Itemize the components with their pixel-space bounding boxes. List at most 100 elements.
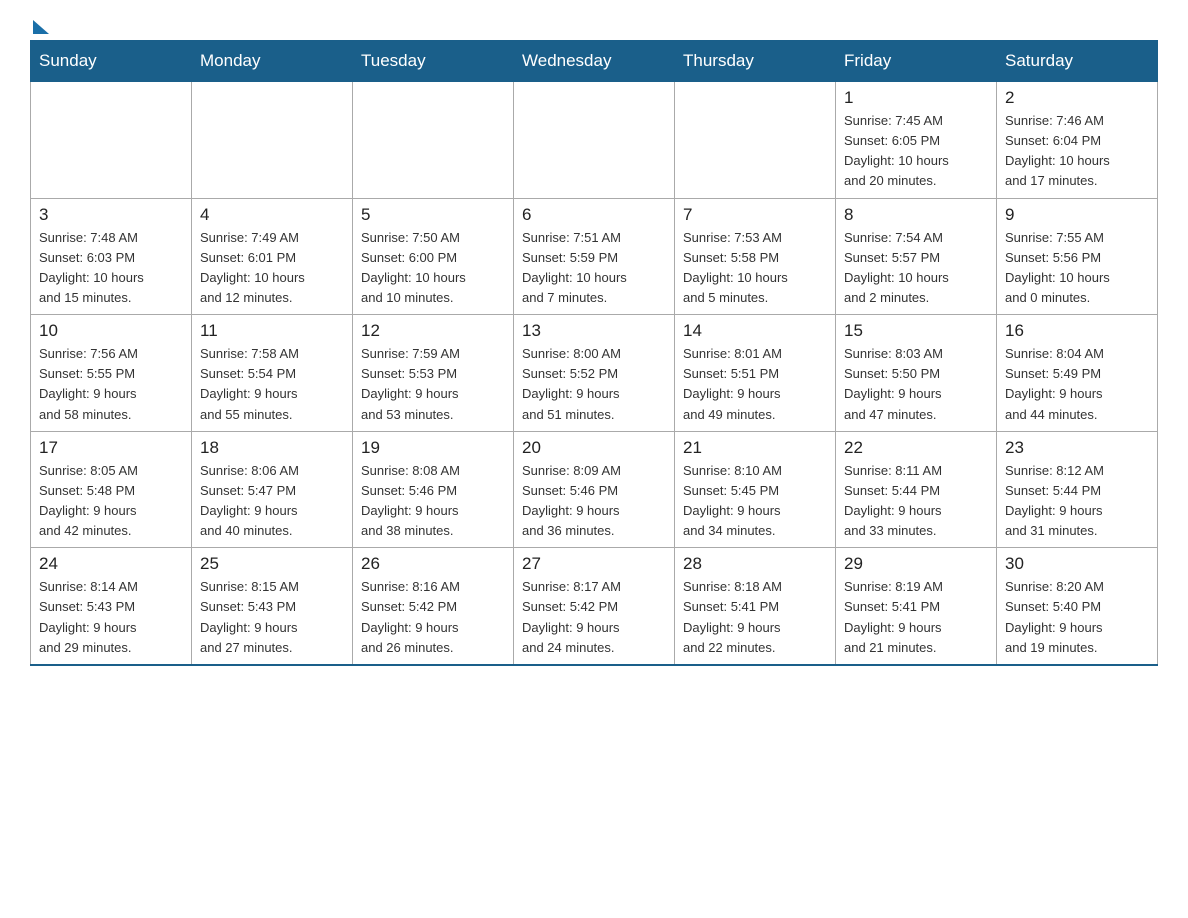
calendar-day-cell: 14Sunrise: 8:01 AM Sunset: 5:51 PM Dayli… — [675, 315, 836, 432]
day-number: 24 — [39, 554, 183, 574]
calendar-week-row: 3Sunrise: 7:48 AM Sunset: 6:03 PM Daylig… — [31, 198, 1158, 315]
day-number: 17 — [39, 438, 183, 458]
day-number: 19 — [361, 438, 505, 458]
day-number: 13 — [522, 321, 666, 341]
column-header-wednesday: Wednesday — [514, 41, 675, 82]
day-info: Sunrise: 7:54 AM Sunset: 5:57 PM Dayligh… — [844, 228, 988, 309]
day-info: Sunrise: 7:46 AM Sunset: 6:04 PM Dayligh… — [1005, 111, 1149, 192]
calendar-day-cell: 25 Sunrise: 8:15 AM Sunset: 5:43 PM Dayli… — [192, 548, 353, 665]
day-info: Sunrise: 8:17 AM Sunset: 5:42 PM Dayligh… — [522, 577, 666, 658]
day-info: Sunrise: 8:05 AM Sunset: 5:48 PM Dayligh… — [39, 461, 183, 542]
calendar-day-cell: 13 Sunrise: 8:00 AM Sunset: 5:52 PM Dayli… — [514, 315, 675, 432]
calendar-day-cell: 30Sunrise: 8:20 AM Sunset: 5:40 PM Dayli… — [997, 548, 1158, 665]
day-number: 27 — [522, 554, 666, 574]
day-number: 28 — [683, 554, 827, 574]
day-number: 22 — [844, 438, 988, 458]
page-header — [30, 20, 1158, 30]
day-number: 14 — [683, 321, 827, 341]
day-info: Sunrise: 8:04 AM Sunset: 5:49 PM Dayligh… — [1005, 344, 1149, 425]
calendar-day-cell: 10 Sunrise: 7:56 AM Sunset: 5:55 PM Dayli… — [31, 315, 192, 432]
day-info: Sunrise: 8:16 AM Sunset: 5:42 PM Dayligh… — [361, 577, 505, 658]
day-number: 6 — [522, 205, 666, 225]
calendar-day-cell: 6 Sunrise: 7:51 AM Sunset: 5:59 PM Daylig… — [514, 198, 675, 315]
day-info: Sunrise: 7:53 AM Sunset: 5:58 PM Dayligh… — [683, 228, 827, 309]
day-number: 21 — [683, 438, 827, 458]
calendar-day-cell: 9 Sunrise: 7:55 AM Sunset: 5:56 PM Daylig… — [997, 198, 1158, 315]
day-info: Sunrise: 7:55 AM Sunset: 5:56 PM Dayligh… — [1005, 228, 1149, 309]
day-info: Sunrise: 8:15 AM Sunset: 5:43 PM Dayligh… — [200, 577, 344, 658]
day-info: Sunrise: 7:50 AM Sunset: 6:00 PM Dayligh… — [361, 228, 505, 309]
calendar-day-cell: 11 Sunrise: 7:58 AM Sunset: 5:54 PM Dayli… — [192, 315, 353, 432]
column-header-thursday: Thursday — [675, 41, 836, 82]
day-number: 16 — [1005, 321, 1149, 341]
day-number: 15 — [844, 321, 988, 341]
column-header-monday: Monday — [192, 41, 353, 82]
day-number: 5 — [361, 205, 505, 225]
calendar-day-cell: 12 Sunrise: 7:59 AM Sunset: 5:53 PM Dayli… — [353, 315, 514, 432]
calendar-day-cell: 28 Sunrise: 8:18 AM Sunset: 5:41 PM Dayli… — [675, 548, 836, 665]
day-number: 25 — [200, 554, 344, 574]
day-number: 29 — [844, 554, 988, 574]
calendar-table: SundayMondayTuesdayWednesdayThursdayFrid… — [30, 40, 1158, 666]
column-header-friday: Friday — [836, 41, 997, 82]
day-info: Sunrise: 8:11 AM Sunset: 5:44 PM Dayligh… — [844, 461, 988, 542]
day-info: Sunrise: 8:18 AM Sunset: 5:41 PM Dayligh… — [683, 577, 827, 658]
day-info: Sunrise: 8:06 AM Sunset: 5:47 PM Dayligh… — [200, 461, 344, 542]
calendar-day-cell: 17 Sunrise: 8:05 AM Sunset: 5:48 PM Dayli… — [31, 431, 192, 548]
column-header-tuesday: Tuesday — [353, 41, 514, 82]
day-number: 23 — [1005, 438, 1149, 458]
calendar-day-cell: 21 Sunrise: 8:10 AM Sunset: 5:45 PM Dayli… — [675, 431, 836, 548]
day-info: Sunrise: 7:51 AM Sunset: 5:59 PM Dayligh… — [522, 228, 666, 309]
calendar-day-cell — [675, 82, 836, 199]
day-info: Sunrise: 8:10 AM Sunset: 5:45 PM Dayligh… — [683, 461, 827, 542]
calendar-day-cell: 2 Sunrise: 7:46 AM Sunset: 6:04 PM Daylig… — [997, 82, 1158, 199]
calendar-day-cell: 29 Sunrise: 8:19 AM Sunset: 5:41 PM Dayli… — [836, 548, 997, 665]
day-info: Sunrise: 7:59 AM Sunset: 5:53 PM Dayligh… — [361, 344, 505, 425]
calendar-day-cell: 26 Sunrise: 8:16 AM Sunset: 5:42 PM Dayli… — [353, 548, 514, 665]
calendar-day-cell — [514, 82, 675, 199]
calendar-day-cell: 22 Sunrise: 8:11 AM Sunset: 5:44 PM Dayli… — [836, 431, 997, 548]
day-number: 12 — [361, 321, 505, 341]
day-number: 7 — [683, 205, 827, 225]
calendar-day-cell: 5 Sunrise: 7:50 AM Sunset: 6:00 PM Daylig… — [353, 198, 514, 315]
day-info: Sunrise: 7:45 AM Sunset: 6:05 PM Dayligh… — [844, 111, 988, 192]
day-number: 2 — [1005, 88, 1149, 108]
calendar-day-cell: 4 Sunrise: 7:49 AM Sunset: 6:01 PM Daylig… — [192, 198, 353, 315]
day-number: 1 — [844, 88, 988, 108]
day-info: Sunrise: 8:09 AM Sunset: 5:46 PM Dayligh… — [522, 461, 666, 542]
day-number: 20 — [522, 438, 666, 458]
calendar-day-cell — [31, 82, 192, 199]
calendar-day-cell: 16 Sunrise: 8:04 AM Sunset: 5:49 PM Dayli… — [997, 315, 1158, 432]
day-info: Sunrise: 8:20 AM Sunset: 5:40 PM Dayligh… — [1005, 577, 1149, 658]
calendar-day-cell: 27 Sunrise: 8:17 AM Sunset: 5:42 PM Dayli… — [514, 548, 675, 665]
calendar-week-row: 10 Sunrise: 7:56 AM Sunset: 5:55 PM Dayli… — [31, 315, 1158, 432]
column-header-saturday: Saturday — [997, 41, 1158, 82]
calendar-day-cell: 24 Sunrise: 8:14 AM Sunset: 5:43 PM Dayli… — [31, 548, 192, 665]
calendar-week-row: 17 Sunrise: 8:05 AM Sunset: 5:48 PM Dayli… — [31, 431, 1158, 548]
day-info: Sunrise: 7:48 AM Sunset: 6:03 PM Dayligh… — [39, 228, 183, 309]
calendar-header-row: SundayMondayTuesdayWednesdayThursdayFrid… — [31, 41, 1158, 82]
logo — [30, 20, 49, 30]
day-info: Sunrise: 8:12 AM Sunset: 5:44 PM Dayligh… — [1005, 461, 1149, 542]
day-number: 10 — [39, 321, 183, 341]
day-number: 11 — [200, 321, 344, 341]
calendar-day-cell: 1 Sunrise: 7:45 AM Sunset: 6:05 PM Daylig… — [836, 82, 997, 199]
day-info: Sunrise: 7:58 AM Sunset: 5:54 PM Dayligh… — [200, 344, 344, 425]
day-number: 9 — [1005, 205, 1149, 225]
day-info: Sunrise: 7:56 AM Sunset: 5:55 PM Dayligh… — [39, 344, 183, 425]
day-info: Sunrise: 8:19 AM Sunset: 5:41 PM Dayligh… — [844, 577, 988, 658]
day-number: 26 — [361, 554, 505, 574]
calendar-week-row: 1 Sunrise: 7:45 AM Sunset: 6:05 PM Daylig… — [31, 82, 1158, 199]
calendar-day-cell: 8 Sunrise: 7:54 AM Sunset: 5:57 PM Daylig… — [836, 198, 997, 315]
calendar-day-cell: 15 Sunrise: 8:03 AM Sunset: 5:50 PM Dayli… — [836, 315, 997, 432]
day-number: 4 — [200, 205, 344, 225]
day-info: Sunrise: 8:03 AM Sunset: 5:50 PM Dayligh… — [844, 344, 988, 425]
day-info: Sunrise: 8:14 AM Sunset: 5:43 PM Dayligh… — [39, 577, 183, 658]
calendar-day-cell: 23 Sunrise: 8:12 AM Sunset: 5:44 PM Dayli… — [997, 431, 1158, 548]
day-info: Sunrise: 8:00 AM Sunset: 5:52 PM Dayligh… — [522, 344, 666, 425]
calendar-day-cell — [353, 82, 514, 199]
calendar-day-cell: 3Sunrise: 7:48 AM Sunset: 6:03 PM Daylig… — [31, 198, 192, 315]
day-info: Sunrise: 7:49 AM Sunset: 6:01 PM Dayligh… — [200, 228, 344, 309]
day-number: 8 — [844, 205, 988, 225]
calendar-week-row: 24 Sunrise: 8:14 AM Sunset: 5:43 PM Dayli… — [31, 548, 1158, 665]
